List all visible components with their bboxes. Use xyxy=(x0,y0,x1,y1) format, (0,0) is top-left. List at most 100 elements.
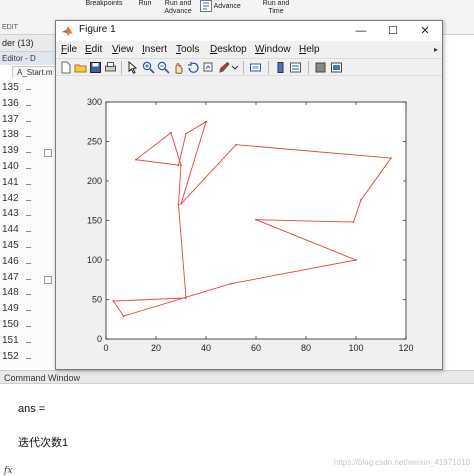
y-tick-label: 200 xyxy=(87,176,102,186)
pan-icon[interactable] xyxy=(172,61,185,74)
breakpoint-dash[interactable] xyxy=(26,152,31,154)
code-fold-toggle[interactable] xyxy=(44,275,52,284)
menu-window[interactable]: Window xyxy=(255,44,291,55)
brush-icon[interactable] xyxy=(218,61,231,74)
hide-plot-tools-icon[interactable] xyxy=(314,61,327,74)
run-label: Run xyxy=(138,0,152,7)
open-file-icon[interactable] xyxy=(74,61,87,74)
print-icon[interactable] xyxy=(104,61,117,74)
code-fold-toggle[interactable] xyxy=(44,149,52,158)
menu-file[interactable]: File xyxy=(61,44,77,55)
menu-tools[interactable]: Tools xyxy=(176,44,199,55)
line-number: 135 xyxy=(2,82,19,93)
run-and-advance-label: Run and Advance xyxy=(164,0,192,15)
menu-desktop[interactable]: Desktop xyxy=(210,44,247,55)
rotate-3d-icon[interactable] xyxy=(187,61,200,74)
line-number: 145 xyxy=(2,240,19,251)
route-point xyxy=(122,315,125,317)
y-tick-label: 100 xyxy=(87,255,102,265)
maximize-button[interactable]: ☐ xyxy=(378,21,408,41)
route-point xyxy=(170,131,172,134)
save-icon[interactable] xyxy=(89,61,102,74)
line-number: 136 xyxy=(2,97,19,109)
line-number: 152 xyxy=(2,350,19,362)
run-and-time-button[interactable]: Run and Time xyxy=(256,0,296,16)
editor-tab-label: A_Start.m xyxy=(17,68,53,77)
new-figure-icon[interactable] xyxy=(59,61,72,74)
figure-window[interactable]: Figure 1 — ☐ ✕ File Edit View Insert Too… xyxy=(55,20,443,370)
breakpoint-dash[interactable] xyxy=(26,199,31,201)
line-number: 140 xyxy=(2,161,19,172)
data-cursor-icon[interactable] xyxy=(202,61,215,74)
breakpoint-dash[interactable] xyxy=(26,294,31,296)
colorbar-icon[interactable] xyxy=(274,61,287,74)
advance-button[interactable]: Advance xyxy=(200,0,246,12)
line-number: 147 xyxy=(2,271,19,283)
line-number: 150 xyxy=(2,319,19,330)
route-point xyxy=(180,164,182,167)
menu-edit-label: dit xyxy=(91,44,103,55)
x-tick-label: 40 xyxy=(201,343,211,353)
menu-insert-label: nsert xyxy=(144,44,168,55)
toolbar-separator xyxy=(243,61,244,74)
zoom-out-icon[interactable] xyxy=(157,61,170,74)
menu-edit[interactable]: Edit xyxy=(85,44,102,55)
advance-icon xyxy=(200,0,212,12)
run-and-advance-button[interactable]: Run and Advance xyxy=(160,0,196,16)
brush-dropdown-icon[interactable] xyxy=(231,61,239,74)
plot-area[interactable]: 0 20 40 60 80 100 120 0 50 100 150 200 250 300 xyxy=(56,76,442,369)
breakpoint-dash[interactable] xyxy=(26,104,31,106)
breakpoint-dash[interactable] xyxy=(26,168,31,169)
breakpoints-button[interactable]: Breakpoints xyxy=(84,0,124,8)
advance-label: Advance xyxy=(213,2,241,10)
breakpoint-dash[interactable] xyxy=(26,326,31,327)
zoom-in-icon[interactable] xyxy=(142,61,155,74)
run-button[interactable]: Run xyxy=(136,0,154,8)
menu-edit-mnemonic: E xyxy=(85,44,92,55)
fx-prompt-icon[interactable]: fx xyxy=(4,466,12,476)
breakpoint-dash[interactable] xyxy=(26,89,31,90)
menu-help[interactable]: Help xyxy=(299,44,320,55)
y-tick-label: 50 xyxy=(92,295,102,305)
line-number: 148 xyxy=(2,287,19,299)
line-number: 143 xyxy=(2,208,19,220)
breakpoint-dash[interactable] xyxy=(26,278,31,280)
menu-overflow-icon[interactable]: ▸ xyxy=(434,45,438,54)
edit-section-label: EDIT xyxy=(2,24,18,31)
breakpoints-label: Breakpoints xyxy=(85,0,123,7)
minimize-button[interactable]: — xyxy=(346,21,376,41)
figure-titlebar[interactable]: Figure 1 — ☐ ✕ xyxy=(56,21,442,41)
command-window-title[interactable]: Command Window xyxy=(0,370,474,384)
route-point xyxy=(177,203,180,206)
breakpoint-dash[interactable] xyxy=(26,247,31,248)
breakpoint-dash[interactable] xyxy=(26,357,31,359)
menu-tools-label: ools xyxy=(181,44,200,55)
x-tick-label: 0 xyxy=(103,343,108,353)
legend-icon[interactable] xyxy=(289,61,302,74)
editor-file-tab[interactable]: A_Start.m xyxy=(12,66,56,78)
menu-insert[interactable]: Insert xyxy=(142,44,167,55)
route-point xyxy=(230,282,232,285)
breakpoint-dash[interactable] xyxy=(26,183,31,185)
breakpoint-dash[interactable] xyxy=(26,341,31,343)
line-number: 149 xyxy=(2,303,19,315)
editor-title-bar[interactable]: Editor - D xyxy=(0,52,58,65)
x-tick-label: 60 xyxy=(251,343,261,353)
pointer-icon[interactable] xyxy=(126,61,139,74)
menu-view[interactable]: View xyxy=(112,44,134,55)
command-window-title-text: Command Window xyxy=(4,373,81,383)
breakpoint-dash[interactable] xyxy=(26,215,31,217)
breakpoint-dash[interactable] xyxy=(26,262,31,264)
line-plot[interactable]: 0 20 40 60 80 100 120 0 50 100 150 200 250 300 xyxy=(56,76,442,369)
show-plot-tools-icon[interactable] xyxy=(330,61,343,74)
breakpoint-dash[interactable] xyxy=(26,310,31,312)
current-folder-bar[interactable]: der (13) xyxy=(0,35,58,52)
close-button[interactable]: ✕ xyxy=(410,21,440,41)
breakpoint-dash[interactable] xyxy=(26,120,31,122)
breakpoint-dash[interactable] xyxy=(26,231,31,233)
link-plot-icon[interactable] xyxy=(249,61,262,74)
menu-window-label: indow xyxy=(264,44,291,55)
breakpoint-dash[interactable] xyxy=(26,136,31,138)
route-point xyxy=(355,259,357,261)
route-point xyxy=(112,300,115,302)
